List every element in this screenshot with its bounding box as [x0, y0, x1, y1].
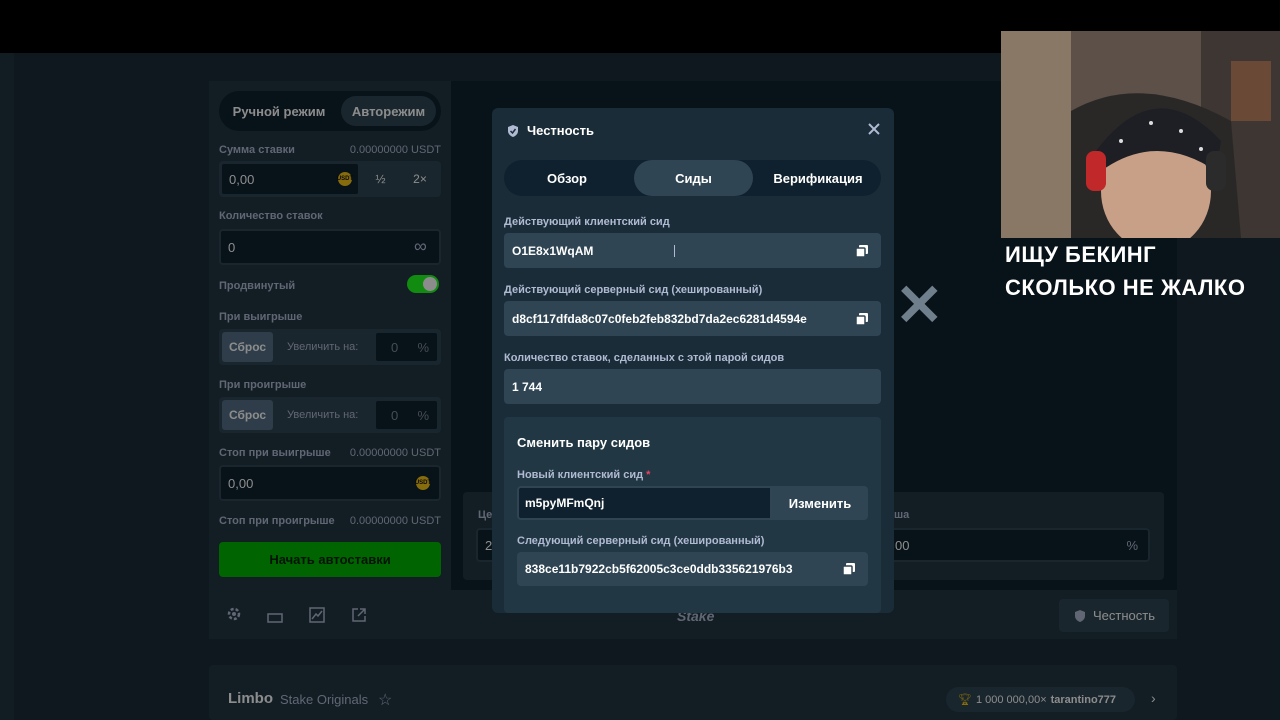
new-client-seed-value: m5pyMFmQnj — [525, 496, 605, 510]
overlay-text-line2: СКОЛЬКО НЕ ЖАЛКО — [1005, 275, 1246, 300]
server-seed-value: d8cf117dfda8c07c0feb2feb832bd7da2ec6281d… — [512, 311, 807, 326]
tab-overview[interactable]: Обзор — [504, 160, 630, 196]
fairness-modal: Честность Обзор Сиды Верификация Действу… — [492, 108, 894, 613]
bets-made-value: 1 744 — [512, 379, 543, 394]
required-mark: * — [646, 469, 651, 481]
webcam-image — [1001, 31, 1280, 238]
tab-seeds[interactable]: Сиды — [634, 160, 753, 196]
next-server-seed-field[interactable]: 838ce11b7922cb5f62005c3ce0ddb335621976b3 — [517, 552, 868, 586]
close-icon[interactable] — [867, 122, 881, 141]
server-seed-field[interactable]: d8cf117dfda8c07c0feb2feb832bd7da2ec6281d… — [504, 301, 881, 336]
client-seed-label: Действующий клиентский сид — [504, 216, 670, 228]
text-cursor-icon — [674, 245, 675, 257]
copy-icon[interactable] — [842, 562, 856, 576]
new-client-seed-label-text: Новый клиентский сид — [517, 469, 644, 481]
modal-title: Честность — [527, 123, 594, 138]
bets-made-label: Количество ставок, сделанных с этой паро… — [504, 352, 785, 364]
modal-tabs: Обзор Сиды Верификация — [504, 160, 881, 196]
overlay-text-line1: ИЩУ БЕКИНГ — [1005, 242, 1157, 267]
bets-made-field: 1 744 — [504, 369, 881, 404]
client-seed-value: O1E8x1WqAM — [512, 243, 594, 258]
shield-icon — [506, 124, 520, 143]
next-server-seed-value: 838ce11b7922cb5f62005c3ce0ddb335621976b3 — [525, 562, 793, 576]
change-seed-button[interactable]: Изменить — [772, 486, 868, 520]
copy-icon[interactable] — [855, 312, 869, 326]
streamer-webcam — [1001, 31, 1280, 238]
backdrop-close-icon[interactable]: ✕ — [895, 276, 944, 336]
tab-verification[interactable]: Верификация — [755, 160, 881, 196]
server-seed-label: Действующий серверный сид (хешированный) — [504, 284, 763, 296]
change-seed-pair-panel: Сменить пару сидов Новый клиентский сид … — [504, 417, 881, 613]
change-pair-title: Сменить пару сидов — [517, 435, 651, 450]
copy-icon[interactable] — [855, 244, 869, 258]
next-server-seed-label: Следующий серверный сид (хешированный) — [517, 535, 765, 547]
new-client-seed-input[interactable]: m5pyMFmQnj — [517, 486, 772, 520]
new-client-seed-label: Новый клиентский сид * — [517, 469, 650, 481]
client-seed-field[interactable]: O1E8x1WqAM — [504, 233, 881, 268]
